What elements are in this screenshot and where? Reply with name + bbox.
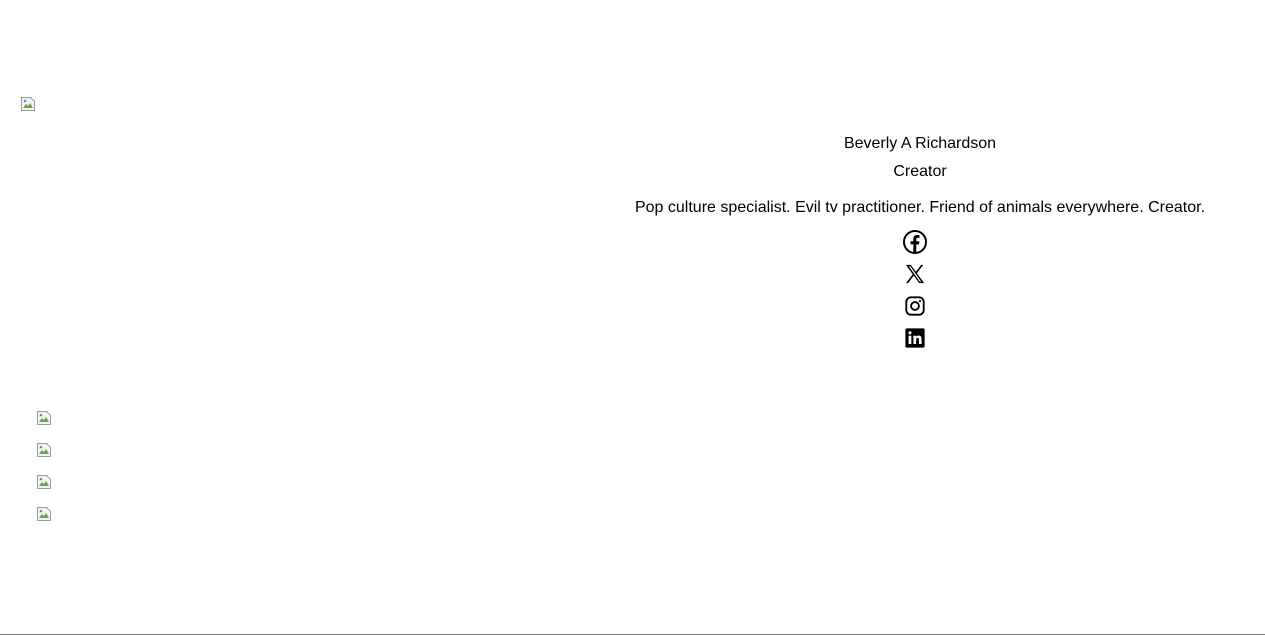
broken-image-icon: [37, 507, 51, 521]
facebook-icon: [903, 230, 927, 254]
hero-image: [20, 96, 36, 112]
x-icon: [905, 264, 925, 284]
social-link-linkedin[interactable]: [902, 325, 928, 351]
broken-image-icon: [37, 411, 51, 425]
thumbnail-image[interactable]: [36, 474, 52, 490]
author-role: Creator: [893, 163, 947, 180]
author-bio: Pop culture specialist. Evil tv practiti…: [634, 199, 1206, 216]
social-link-facebook[interactable]: [902, 229, 928, 255]
broken-image-icon: [37, 475, 51, 489]
social-link-x[interactable]: [902, 261, 928, 287]
broken-image-icon: [21, 97, 35, 111]
thumbnail-list: [36, 410, 52, 538]
author-profile: Beverly A Richardson Creator Pop culture…: [575, 133, 1265, 357]
instagram-icon: [905, 296, 925, 316]
thumbnail-image[interactable]: [36, 410, 52, 426]
page: Beverly A Richardson Creator Pop culture…: [0, 0, 1265, 636]
author-name: Beverly A Richardson: [843, 135, 997, 152]
social-links: [565, 229, 1265, 357]
thumbnail-image[interactable]: [36, 442, 52, 458]
bottom-divider: [0, 634, 1265, 635]
social-link-instagram[interactable]: [902, 293, 928, 319]
thumbnail-image[interactable]: [36, 506, 52, 522]
broken-image-icon: [37, 443, 51, 457]
linkedin-icon: [905, 328, 925, 348]
